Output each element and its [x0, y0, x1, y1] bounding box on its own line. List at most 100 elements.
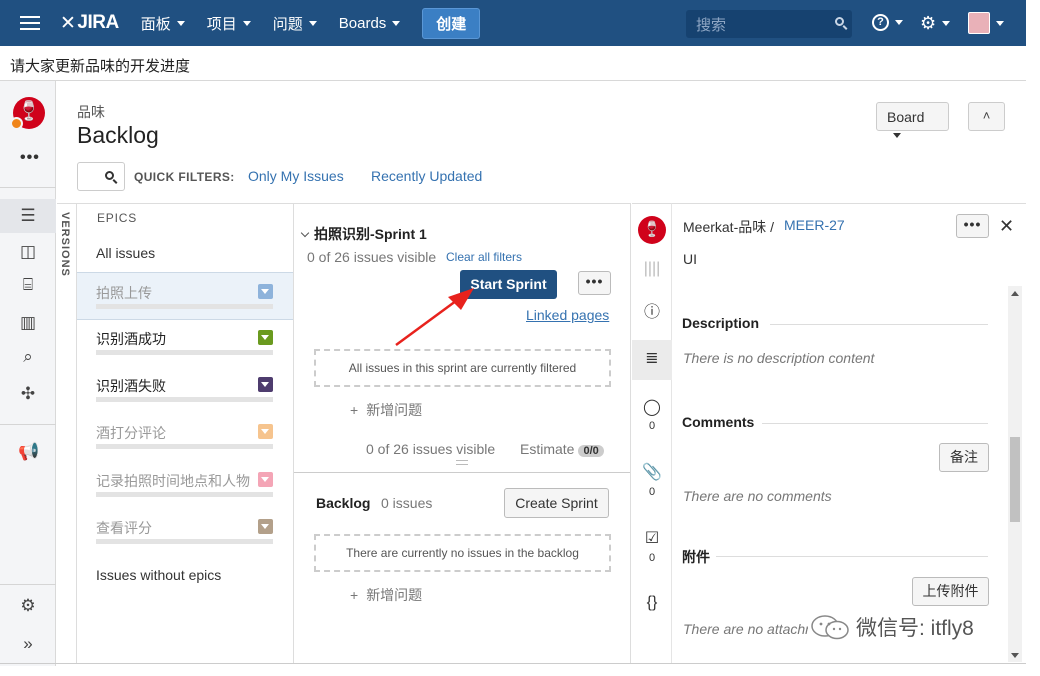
scroll-thumb[interactable] [1010, 437, 1020, 522]
epics-panel: EPICS All issues 拍照上传 识别酒成功 识别酒失败 酒打分评论 记录拍照… [77, 203, 294, 663]
linked-pages-link[interactable]: Linked pages [526, 307, 609, 323]
help-icon: ? [872, 14, 889, 31]
project-breadcrumb[interactable]: 品味 [77, 102, 105, 122]
epic-item[interactable]: 拍照上传 [77, 272, 293, 320]
components-icon[interactable]: ✣ [18, 384, 38, 404]
nav-menu-projects[interactable]: 项目 [207, 13, 251, 34]
epic-color-dropdown-icon[interactable] [258, 330, 273, 345]
collapse-header-button[interactable]: ˄ [968, 102, 1005, 131]
attachment-count: 0 [648, 486, 656, 498]
epic-item[interactable]: 识别酒成功 [77, 319, 293, 367]
epic-item[interactable]: 酒打分评论 [77, 413, 293, 461]
project-avatar-small: 🍷 [632, 216, 672, 244]
attachment-icon[interactable]: 📎 [632, 462, 672, 482]
reports-icon[interactable]: ▥ [18, 313, 38, 333]
plus-icon: + [350, 402, 359, 418]
close-icon[interactable]: ✕ [999, 216, 1014, 237]
description-heading: Description [682, 315, 760, 331]
description-empty[interactable]: There is no description content [683, 350, 874, 366]
comments-empty: There are no comments [683, 488, 832, 504]
nav-menu-issues[interactable]: 问题 [273, 13, 317, 34]
epic-all-issues[interactable]: All issues [96, 245, 155, 261]
drag-handle[interactable] [456, 460, 468, 465]
expand-sidebar-icon[interactable]: » [18, 634, 38, 654]
sidebar-divider [0, 424, 56, 425]
clear-filters-link[interactable]: Clear all filters [446, 250, 522, 264]
sprint-title[interactable]: 拍照识别-Sprint 1 [300, 224, 427, 244]
epic-color-dropdown-icon[interactable] [258, 472, 273, 487]
create-sprint-button[interactable]: Create Sprint [504, 488, 609, 518]
sprint-add-issue[interactable]: + 新增问题 [350, 400, 422, 420]
annotation-arrow [395, 288, 474, 347]
sidebar-divider [0, 584, 56, 585]
board-icon[interactable]: ◫ [18, 242, 38, 262]
sprint-filtered-message: All issues in this sprint are currently … [314, 349, 611, 387]
wechat-watermark: 微信号: itfly8 [810, 612, 974, 642]
detail-scrollbar[interactable] [1008, 286, 1022, 662]
attachments-heading: 附件 [682, 549, 710, 565]
backlog-add-issue[interactable]: + 新增问题 [350, 585, 422, 605]
quick-search-button[interactable] [77, 162, 125, 191]
epic-item[interactable]: 识别酒失败 [77, 366, 293, 414]
epic-color-dropdown-icon[interactable] [258, 519, 273, 534]
backlog-icon[interactable]: ☰ [0, 199, 56, 233]
backlog-count: 0 issues [381, 495, 433, 511]
bottom-border [0, 663, 1026, 664]
comment-icon[interactable]: ◯ [632, 397, 672, 417]
jira-logo[interactable]: ✕ JIRA [60, 12, 119, 35]
epic-item[interactable]: 记录拍照时间地点和人物 [77, 461, 293, 509]
description-icon[interactable]: ≣ [632, 348, 672, 368]
issues-search-icon[interactable]: ⌕ [18, 347, 38, 367]
add-comment-button[interactable]: 备注 [939, 443, 989, 472]
backlog-title: Backlog [316, 495, 371, 511]
section-rule [770, 324, 988, 325]
settings-gear-icon[interactable]: ⚙ [18, 596, 38, 616]
epic-item[interactable]: 查看评分 [77, 508, 293, 556]
issues-without-epics[interactable]: Issues without epics [96, 567, 221, 583]
epic-color-dropdown-icon[interactable] [258, 424, 273, 439]
plus-icon: + [350, 587, 359, 603]
detail-icon-column: 🍷 |||| ⓘ ≣ ◯ 0 📎 0 ☑ 0 {} [632, 203, 672, 663]
drag-icon[interactable]: |||| [632, 260, 672, 278]
gear-icon: ⚙ [920, 13, 937, 33]
nav-menu-agile-boards[interactable]: Boards [339, 15, 401, 32]
detail-more-button[interactable]: ••• [956, 214, 989, 238]
board-dropdown-button[interactable]: Board [876, 102, 949, 138]
settings-menu[interactable]: ⚙ [920, 13, 951, 33]
epic-color-dropdown-icon[interactable] [258, 377, 273, 392]
releases-icon[interactable]: ⌸ [18, 275, 38, 295]
sidebar-divider [0, 187, 56, 188]
more-icon[interactable]: ••• [20, 149, 40, 167]
scroll-down-icon[interactable] [1011, 653, 1019, 658]
issue-summary[interactable]: UI [683, 251, 697, 267]
epic-label: 拍照上传 [96, 285, 152, 301]
upload-attachment-button[interactable]: 上传附件 [912, 577, 989, 606]
nav-menu-boards[interactable]: 面板 [141, 13, 185, 34]
attachments-empty: There are no attachments [683, 621, 808, 637]
epic-progress-bar [96, 539, 273, 544]
scroll-up-icon[interactable] [1011, 291, 1019, 296]
versions-toggle[interactable]: VERSIONS [57, 203, 77, 663]
subtask-count: 0 [648, 552, 656, 564]
sprint-more-button[interactable]: ••• [578, 271, 611, 295]
menu-icon[interactable] [20, 16, 40, 30]
watermark-text: 微信号: itfly8 [856, 617, 974, 640]
comment-count: 0 [648, 420, 656, 432]
issue-key-link[interactable]: MEER-27 [784, 217, 845, 233]
detail-breadcrumb[interactable]: Meerkat-品味 / [683, 217, 774, 237]
panel-divider [294, 472, 630, 473]
info-icon[interactable]: ⓘ [632, 298, 672, 322]
search-input[interactable]: 搜索 [686, 10, 852, 38]
comments-heading: Comments [682, 414, 755, 430]
create-button[interactable]: 创建 [422, 7, 481, 39]
filter-only-my-issues[interactable]: Only My Issues [248, 168, 344, 184]
feedback-icon[interactable]: 📢 [18, 442, 39, 462]
epic-color-dropdown-icon[interactable] [258, 284, 273, 299]
help-menu[interactable]: ? [872, 14, 903, 31]
development-icon[interactable]: {} [632, 594, 672, 612]
user-menu[interactable] [968, 12, 1004, 34]
filter-recently-updated[interactable]: Recently Updated [371, 168, 482, 184]
epic-label: 查看评分 [96, 520, 152, 536]
subtask-icon[interactable]: ☑ [632, 528, 672, 548]
sprint-panel: 拍照识别-Sprint 1 0 of 26 issues visible Cle… [294, 203, 631, 663]
